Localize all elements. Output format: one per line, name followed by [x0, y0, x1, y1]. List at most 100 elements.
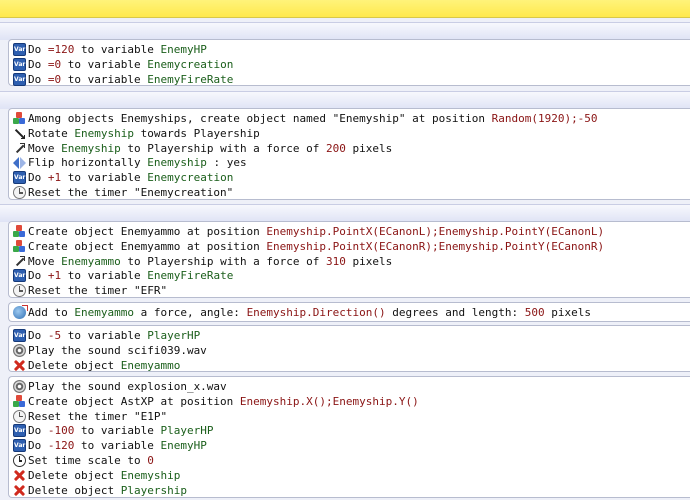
- action-text: Enemyship: [74, 126, 134, 140]
- action-row[interactable]: Var Do -5 to variable PlayerHP: [13, 328, 200, 343]
- action-row[interactable]: Move Enemyship to Playership with a forc…: [13, 141, 392, 156]
- move-icon: [13, 255, 26, 268]
- action-text: 310: [326, 254, 346, 268]
- action-text: -120: [47, 439, 75, 453]
- action-row[interactable]: Play the sound scifi039.wav: [13, 343, 207, 358]
- action-row[interactable]: Move Enemyammo to Playership with a forc…: [13, 254, 392, 269]
- variable-icon: Var: [13, 439, 26, 453]
- action-row[interactable]: Reset the timer "EFR": [13, 283, 167, 298]
- clock-icon: [13, 454, 26, 467]
- action-text: to Playership with a force of: [120, 141, 327, 155]
- event-band[interactable]: [0, 91, 690, 109]
- action-text: Rotate: [28, 126, 75, 140]
- action-text: Reset the timer "Enemycreation": [28, 186, 234, 199]
- action-text: EnemyHP: [160, 43, 207, 56]
- action-text: Random(1920);-50: [491, 112, 598, 125]
- action-text: +1: [47, 171, 62, 185]
- action-text: Do: [28, 424, 48, 438]
- action-text: : yes: [206, 156, 247, 170]
- event-band[interactable]: [0, 204, 690, 222]
- action-text: Enemycreation: [147, 57, 234, 71]
- event-actions-block[interactable]: Create object Enemyammo at position Enem…: [8, 221, 690, 298]
- objects-icon: [13, 225, 26, 238]
- action-row[interactable]: Among objects Enemyships, create object …: [13, 111, 598, 126]
- action-row[interactable]: Delete object Enemyship: [13, 468, 180, 483]
- action-text: 200: [326, 141, 346, 155]
- action-row[interactable]: Var Do +1 to variable Enemycreation: [13, 170, 233, 185]
- action-text: Set time scale to: [28, 454, 148, 467]
- action-row[interactable]: Var Do =0 to variable EnemyFireRate: [13, 72, 233, 87]
- action-row[interactable]: Var Do -120 to variable EnemyHP: [13, 438, 207, 453]
- event-actions-block[interactable]: Var Do =120 to variable EnemyHP Var Do =0 t…: [8, 39, 690, 86]
- event-band[interactable]: [0, 22, 690, 40]
- action-text: =0: [47, 57, 62, 71]
- action-text: EnemyFireRate: [147, 72, 234, 86]
- action-text: Enemyship.Direction(): [246, 306, 386, 319]
- action-row[interactable]: Var Do =120 to variable EnemyHP: [13, 42, 207, 57]
- event-actions-block[interactable]: Var Do -5 to variable PlayerHP Play the so…: [8, 325, 690, 372]
- objects-icon: [13, 239, 26, 253]
- action-row[interactable]: Reset the timer "Enemycreation": [13, 185, 233, 200]
- action-text: pixels: [345, 254, 393, 268]
- variable-icon: Var: [13, 57, 26, 71]
- action-row[interactable]: Delete object Playership: [13, 483, 187, 498]
- action-row[interactable]: Var Do +1 to variable EnemyFireRate: [13, 268, 233, 283]
- action-text: Enemyship.PointX(ECanonL);Enemyship.Poin…: [266, 225, 605, 238]
- action-row[interactable]: Create object Enemyammo at position Enem…: [13, 239, 604, 254]
- action-text: Move: [28, 254, 62, 268]
- action-text: Enemyammo: [61, 254, 121, 268]
- action-text: Do: [28, 171, 48, 185]
- variable-icon: Var: [13, 424, 26, 438]
- action-text: to variable: [74, 424, 161, 438]
- action-row[interactable]: Var Do =0 to variable Enemycreation: [13, 57, 233, 72]
- action-row[interactable]: Add to Enemyammo a force, angle: Enemysh…: [13, 305, 591, 320]
- action-text: Move: [28, 141, 62, 155]
- objects-icon: [13, 112, 26, 125]
- event-header-bar[interactable]: [0, 0, 690, 18]
- event-actions-block[interactable]: Add to Enemyammo a force, angle: Enemysh…: [8, 302, 690, 322]
- action-text: Playership: [120, 483, 187, 497]
- variable-icon: Var: [13, 72, 26, 86]
- action-text: -5: [47, 329, 62, 342]
- action-text: Create object Enemyammo at position: [28, 239, 267, 253]
- action-text: degrees and length:: [385, 306, 525, 319]
- event-actions-block[interactable]: Play the sound explosion_x.wav Create obj…: [8, 376, 690, 498]
- action-text: Do: [28, 329, 48, 342]
- action-row[interactable]: Rotate Enemyship towards Playership: [13, 126, 260, 141]
- action-row[interactable]: Delete object Enemyammo: [13, 358, 180, 373]
- action-text: Enemyship.X();Enemyship.Y(): [239, 394, 419, 408]
- objects-icon: [13, 394, 26, 408]
- action-text: to variable: [61, 329, 148, 342]
- action-text: to variable: [61, 57, 148, 71]
- action-text: Enemyship: [147, 156, 207, 170]
- action-text: Reset the timer "EFR": [28, 284, 168, 298]
- action-text: Enemyship: [61, 141, 121, 155]
- action-row[interactable]: Play the sound explosion_x.wav: [13, 379, 227, 394]
- action-text: Do: [28, 439, 48, 453]
- variable-icon: Var: [13, 43, 26, 56]
- action-text: =120: [47, 43, 75, 56]
- action-text: -100: [47, 424, 75, 438]
- action-text: to variable: [61, 72, 148, 86]
- action-text: Do: [28, 57, 48, 71]
- action-text: 500: [524, 306, 545, 319]
- action-row[interactable]: Set time scale to 0: [13, 453, 154, 468]
- action-text: Delete object: [28, 483, 121, 497]
- action-text: Delete object: [28, 358, 121, 372]
- action-text: Create object AstXP at position: [28, 394, 240, 408]
- action-text: Enemyship.PointX(ECanonR);Enemyship.Poin…: [266, 239, 605, 253]
- action-text: Play the sound explosion_x.wav: [28, 380, 227, 393]
- action-text: Create object Enemyammo at position: [28, 225, 267, 238]
- action-text: Among objects Enemyships, create object …: [28, 112, 492, 125]
- action-row[interactable]: Reset the timer "E1P": [13, 409, 167, 424]
- action-text: to variable: [61, 269, 148, 283]
- action-row[interactable]: Create object Enemyammo at position Enem…: [13, 224, 604, 239]
- action-row[interactable]: Flip horizontally Enemyship : yes: [13, 155, 247, 170]
- event-actions-block[interactable]: Among objects Enemyships, create object …: [8, 108, 690, 200]
- action-row[interactable]: Create object AstXP at position Enemyshi…: [13, 394, 419, 409]
- action-text: Add to: [28, 306, 75, 319]
- action-text: Flip horizontally: [28, 156, 148, 170]
- action-row[interactable]: Var Do -100 to variable PlayerHP: [13, 423, 213, 438]
- action-text: Do: [28, 43, 48, 56]
- action-text: Do: [28, 72, 48, 86]
